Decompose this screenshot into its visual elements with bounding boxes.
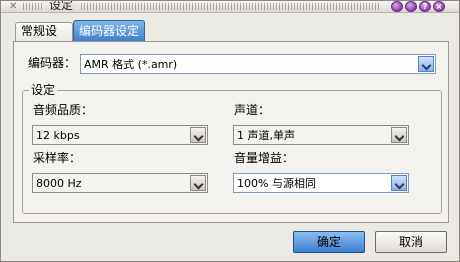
encoder-select[interactable]: AMR 格式 (*.amr) [80,54,436,74]
settings-dialog: ✕ 设定 ? × 常规设定 编码器设定 编码器： AMR 格式 (*.amr) … [0,0,460,262]
volume-gain-select[interactable]: 100% 与源相同 [233,173,409,193]
cancel-button[interactable]: 取消 [375,231,447,253]
sample-rate-select[interactable]: 8000 Hz [32,173,208,193]
settings-group: 设定 音频品质： 12 kbps 声道： 1 声道,单声 采样率： 8000 H… [22,83,442,214]
channels-select[interactable]: 1 声道,单声 [233,125,409,145]
volume-gain-label: 音量增益： [234,151,295,165]
window-title: 设定 [45,1,78,12]
tab-encoder-settings[interactable]: 编码器设定 [73,20,145,42]
close-button[interactable]: × [433,1,445,12]
encoder-value: AMR 格式 (*.amr) [84,58,178,71]
audio-quality-select[interactable]: 12 kbps [32,125,208,145]
title-grip-left [23,3,43,10]
window-icon: ✕ [9,1,18,12]
chevron-down-icon[interactable] [391,175,407,191]
chevron-down-icon[interactable] [391,127,407,143]
volume-gain-value: 100% 与源相同 [237,177,316,190]
minimize-icon[interactable] [405,1,417,12]
title-bar[interactable]: ✕ 设定 ? × [1,1,459,13]
tab-general-settings[interactable]: 常规设定 [15,22,73,55]
sample-rate-value: 8000 Hz [36,177,82,190]
settings-group-title: 设定 [29,83,58,97]
title-grip-right [81,3,381,10]
audio-quality-label: 音频品质： [33,103,94,117]
encoder-label: 编码器： [28,56,77,70]
help-button[interactable]: ? [419,1,431,12]
encoder-settings-panel: 编码器： AMR 格式 (*.amr) 设定 音频品质： 12 kbps 声道：… [13,41,449,223]
channels-value: 1 声道,单声 [237,129,295,142]
help-icon[interactable] [391,1,403,12]
chevron-down-icon[interactable] [418,56,434,72]
channels-label: 声道： [234,103,271,117]
ok-button[interactable]: 确定 [293,231,365,253]
sample-rate-label: 采样率： [33,151,82,165]
chevron-down-icon[interactable] [190,127,206,143]
audio-quality-value: 12 kbps [36,129,80,142]
chevron-down-icon[interactable] [190,175,206,191]
